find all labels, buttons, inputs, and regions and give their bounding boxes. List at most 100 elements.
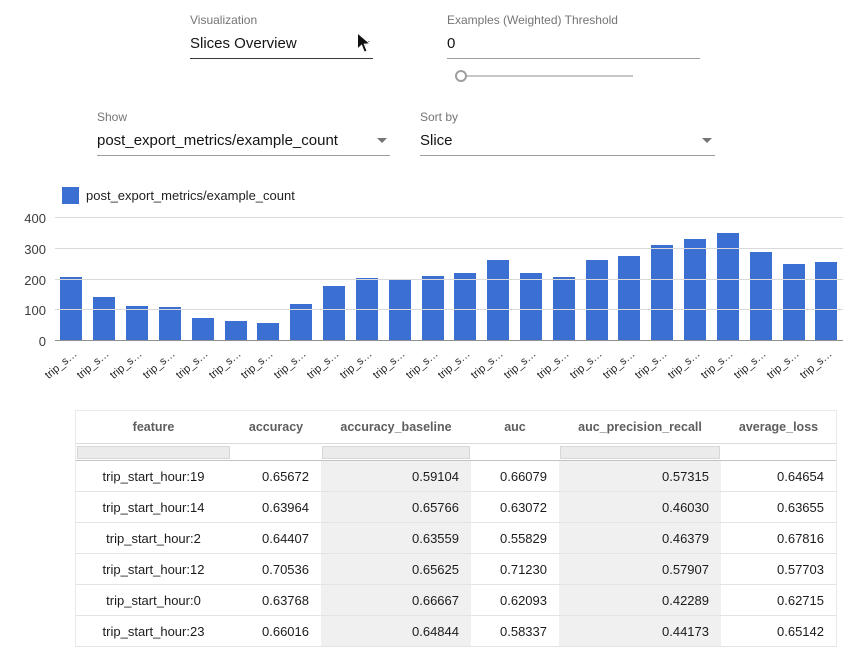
bar[interactable] <box>717 233 739 341</box>
bar[interactable] <box>192 318 214 341</box>
feature-cell: trip_start_hour:19 <box>76 461 231 492</box>
filter-cell <box>721 444 836 461</box>
bar-cell <box>449 218 482 341</box>
feature-cell: trip_start_hour:2 <box>76 523 231 554</box>
filter-row <box>76 444 836 461</box>
metric-cell: 0.57315 <box>559 461 721 492</box>
column-filter-input[interactable] <box>322 446 470 459</box>
metric-cell: 0.59104 <box>321 461 471 492</box>
filter-cell <box>471 444 559 461</box>
metric-cell: 0.46379 <box>559 523 721 554</box>
visualization-dropdown[interactable]: Visualization Slices Overview <box>190 13 373 59</box>
chevron-down-icon[interactable] <box>702 138 712 143</box>
filter-cell <box>231 444 321 461</box>
bar-cell <box>515 218 548 341</box>
gridline <box>55 309 843 310</box>
chevron-down-icon[interactable] <box>377 138 387 143</box>
bars-container <box>55 218 843 341</box>
bar[interactable] <box>225 321 247 341</box>
bar[interactable] <box>815 262 837 341</box>
bar[interactable] <box>750 252 772 341</box>
metric-cell: 0.46030 <box>559 492 721 523</box>
bar-chart: trip_s…trip_s…trip_s…trip_s…trip_s…trip_… <box>0 210 863 382</box>
bar[interactable] <box>126 306 148 341</box>
metric-cell: 0.64654 <box>721 461 836 492</box>
gridline <box>55 217 843 218</box>
bar-cell <box>88 218 121 341</box>
bar-cell <box>186 218 219 341</box>
metric-cell: 0.64844 <box>321 616 471 647</box>
metric-cell: 0.66079 <box>471 461 559 492</box>
metric-cell: 0.58337 <box>471 616 559 647</box>
metric-cell: 0.62715 <box>721 585 836 616</box>
threshold-slider[interactable] <box>456 70 633 82</box>
metric-cell: 0.65142 <box>721 616 836 647</box>
bar-cell <box>679 218 712 341</box>
column-header-auc[interactable]: auc <box>471 411 559 444</box>
bar[interactable] <box>323 286 345 341</box>
legend-label: post_export_metrics/example_count <box>86 188 295 203</box>
bar[interactable] <box>618 256 640 341</box>
bar-cell <box>350 218 383 341</box>
bar-cell <box>55 218 88 341</box>
bar-cell <box>121 218 154 341</box>
metric-cell: 0.66667 <box>321 585 471 616</box>
bar-cell <box>712 218 745 341</box>
metric-cell: 0.71230 <box>471 554 559 585</box>
bar[interactable] <box>257 323 279 341</box>
bar-cell <box>777 218 810 341</box>
threshold-input[interactable] <box>447 27 700 58</box>
gridline <box>55 279 843 280</box>
bar[interactable] <box>487 260 509 341</box>
column-header-auc_precision_recall[interactable]: auc_precision_recall <box>559 411 721 444</box>
bar[interactable] <box>783 264 805 341</box>
bar[interactable] <box>651 245 673 341</box>
bar[interactable] <box>454 273 476 341</box>
column-header-accuracy[interactable]: accuracy <box>231 411 321 444</box>
header-row: featureaccuracyaccuracy_baselineaucauc_p… <box>76 411 836 444</box>
bar[interactable] <box>586 260 608 341</box>
feature-cell: trip_start_hour:0 <box>76 585 231 616</box>
bar-cell <box>383 218 416 341</box>
bar[interactable] <box>684 239 706 341</box>
table-row: trip_start_hour:00.637680.666670.62093 0.… <box>76 585 836 616</box>
x-label-cell: trip_s… <box>810 346 843 380</box>
y-tick-label: 100 <box>4 303 46 318</box>
column-filter-input[interactable] <box>560 446 720 459</box>
threshold-label: Examples (Weighted) Threshold <box>447 13 700 27</box>
feature-cell: trip_start_hour:12 <box>76 554 231 585</box>
column-filter-input[interactable] <box>77 446 230 459</box>
gridline <box>55 248 843 249</box>
bar-cell <box>547 218 580 341</box>
filter-cell <box>559 444 721 461</box>
feature-cell: trip_start_hour:23 <box>76 616 231 647</box>
bar-cell <box>482 218 515 341</box>
sort-by-dropdown[interactable]: Sort by Slice <box>420 110 715 156</box>
metric-cell: 0.63072 <box>471 492 559 523</box>
bar[interactable] <box>520 273 542 341</box>
metric-cell: 0.63768 <box>231 585 321 616</box>
metric-cell: 0.65672 <box>231 461 321 492</box>
show-value: post_export_metrics/example_count <box>97 132 338 149</box>
bar-cell <box>285 218 318 341</box>
metric-cell: 0.57703 <box>721 554 836 585</box>
x-axis-labels: trip_s…trip_s…trip_s…trip_s…trip_s…trip_… <box>55 346 843 380</box>
filter-cell <box>321 444 471 461</box>
metric-cell: 0.62093 <box>471 585 559 616</box>
metric-cell: 0.67816 <box>721 523 836 554</box>
show-metric-dropdown[interactable]: Show post_export_metrics/example_count <box>97 110 390 156</box>
slider-knob[interactable] <box>455 70 467 82</box>
bar[interactable] <box>93 297 115 341</box>
column-header-average_loss[interactable]: average_loss <box>721 411 836 444</box>
metric-cell: 0.70536 <box>231 554 321 585</box>
column-header-accuracy_baseline[interactable]: accuracy_baseline <box>321 411 471 444</box>
show-label: Show <box>97 110 390 124</box>
bar-cell <box>744 218 777 341</box>
slider-track[interactable] <box>456 75 633 77</box>
gridline <box>55 340 843 341</box>
bar[interactable] <box>159 307 181 341</box>
bar-cell <box>580 218 613 341</box>
column-header-feature[interactable]: feature <box>76 411 231 444</box>
threshold-control: Examples (Weighted) Threshold <box>447 13 700 59</box>
y-tick-label: 0 <box>4 334 46 349</box>
